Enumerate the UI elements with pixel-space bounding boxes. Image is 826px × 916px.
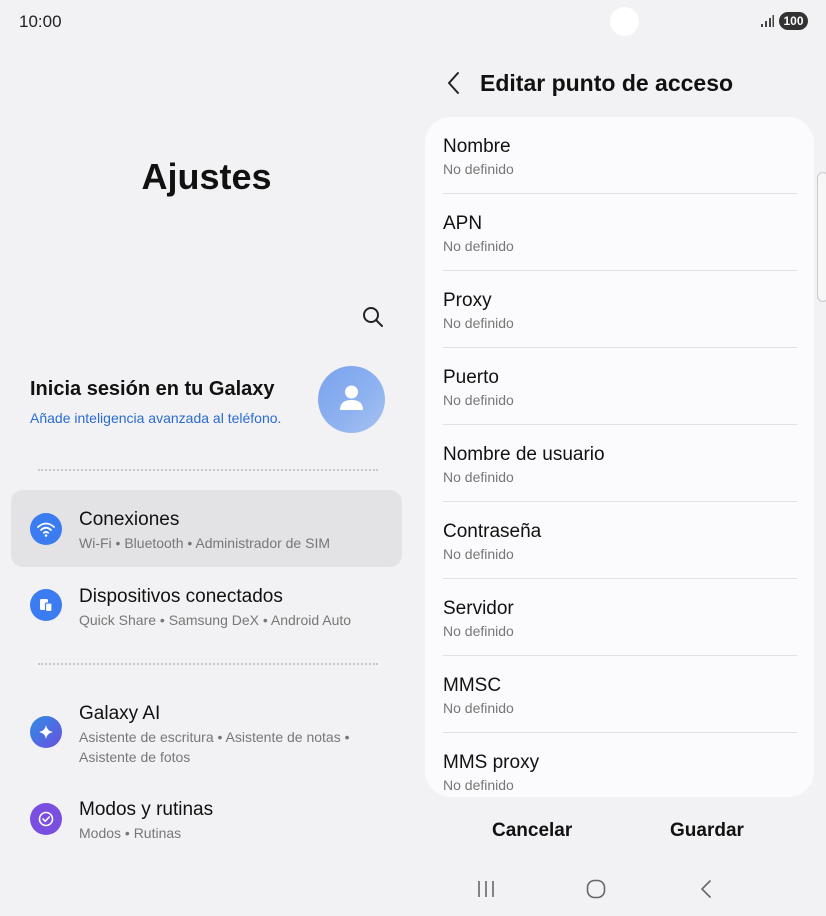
status-bar: 10:00 100 xyxy=(0,0,826,44)
recents-button[interactable] xyxy=(475,879,497,904)
field-value: No definido xyxy=(443,469,514,485)
field-value: No definido xyxy=(443,777,514,793)
cancel-button[interactable]: Cancelar xyxy=(492,820,572,842)
menu-item-galaxy-ai[interactable]: Galaxy AI Asistente de escritura • Asist… xyxy=(11,684,402,765)
battery-badge: 100 xyxy=(779,12,808,30)
field-value: No definido xyxy=(443,623,514,639)
divider xyxy=(38,663,378,665)
back-button[interactable] xyxy=(444,70,464,101)
menu-item-title: Dispositivos conectados xyxy=(79,586,283,607)
apn-field-mms-proxy[interactable]: MMS proxy No definido xyxy=(443,733,797,797)
menu-item-dispositivos-conectados[interactable]: Dispositivos conectados Quick Share • Sa… xyxy=(11,567,402,644)
recents-icon xyxy=(478,881,494,897)
field-label: APN xyxy=(443,213,483,234)
status-time: 10:00 xyxy=(19,12,62,31)
wifi-icon xyxy=(30,513,62,545)
camera-cutout xyxy=(610,7,639,36)
menu-item-title: Conexiones xyxy=(79,509,180,530)
menu-item-subtitle: Quick Share • Samsung DeX • Android Auto xyxy=(79,612,352,628)
account-title: Inicia sesión en tu Galaxy xyxy=(30,378,275,400)
avatar[interactable] xyxy=(318,366,385,433)
field-label: Nombre xyxy=(443,136,511,157)
back-nav-button[interactable] xyxy=(695,879,717,904)
save-button[interactable]: Guardar xyxy=(670,820,744,842)
field-value: No definido xyxy=(443,238,514,254)
account-signin-card[interactable]: Inicia sesión en tu Galaxy Añade intelig… xyxy=(30,366,390,436)
apn-fields-card: Nombre No definido APN No definido Proxy… xyxy=(425,117,814,797)
field-value: No definido xyxy=(443,700,514,716)
divider xyxy=(38,469,378,471)
field-value: No definido xyxy=(443,392,514,408)
apn-field-nombre[interactable]: Nombre No definido xyxy=(443,117,797,194)
check-circle-icon xyxy=(30,803,62,835)
field-label: Puerto xyxy=(443,367,499,388)
signal-icon xyxy=(761,15,774,27)
apn-field-contrasena[interactable]: Contraseña No definido xyxy=(443,502,797,579)
apn-field-proxy[interactable]: Proxy No definido xyxy=(443,271,797,348)
home-button[interactable] xyxy=(585,879,607,904)
scrollbar[interactable] xyxy=(817,172,826,302)
apn-field-servidor[interactable]: Servidor No definido xyxy=(443,579,797,656)
settings-pane: Ajustes Inicia sesión en tu Galaxy Añade… xyxy=(0,44,413,916)
menu-item-conexiones[interactable]: Conexiones Wi-Fi • Bluetooth • Administr… xyxy=(11,490,402,567)
sparkle-icon xyxy=(30,716,62,748)
field-label: Servidor xyxy=(443,598,514,619)
menu-item-subtitle: Asistente de escritura • Asistente de no… xyxy=(79,729,350,765)
page-title: Ajustes xyxy=(141,156,272,197)
field-label: MMSC xyxy=(443,675,502,696)
field-label: Contraseña xyxy=(443,521,542,542)
apn-field-nombre-usuario[interactable]: Nombre de usuario No definido xyxy=(443,425,797,502)
field-value: No definido xyxy=(443,315,514,331)
account-subtitle: Añade inteligencia avanzada al teléfono. xyxy=(30,410,282,426)
apn-field-apn[interactable]: APN No definido xyxy=(443,194,797,271)
back-icon xyxy=(701,880,711,898)
apn-field-mmsc[interactable]: MMSC No definido xyxy=(443,656,797,733)
apn-field-puerto[interactable]: Puerto No definido xyxy=(443,348,797,425)
field-label: Proxy xyxy=(443,290,492,311)
field-value: No definido xyxy=(443,546,514,562)
page-title: Editar punto de acceso xyxy=(480,70,734,96)
navigation-bar xyxy=(413,870,826,910)
menu-item-modos-rutinas[interactable]: Modos y rutinas Modos • Rutinas xyxy=(11,780,402,857)
field-label: Nombre de usuario xyxy=(443,444,605,465)
home-icon xyxy=(586,879,606,899)
chevron-left-icon xyxy=(448,72,459,94)
devices-icon xyxy=(30,589,62,621)
menu-item-subtitle: Wi-Fi • Bluetooth • Administrador de SIM xyxy=(79,535,331,551)
field-label: MMS proxy xyxy=(443,752,540,773)
menu-item-title: Modos y rutinas xyxy=(79,799,214,820)
search-button[interactable] xyxy=(360,304,386,330)
menu-item-title: Galaxy AI xyxy=(79,703,161,724)
person-icon xyxy=(340,385,363,410)
menu-item-subtitle: Modos • Rutinas xyxy=(79,825,182,841)
field-value: No definido xyxy=(443,161,514,177)
search-icon xyxy=(363,307,383,327)
